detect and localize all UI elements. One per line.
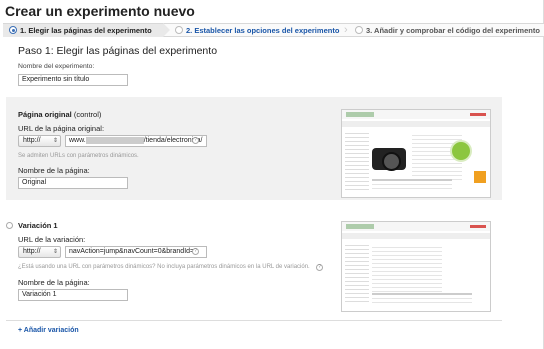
thumb-sidebar <box>345 130 369 190</box>
experiment-name-input[interactable]: Experimento sin título <box>18 74 128 86</box>
original-hint: Se admiten URLs con parámetros dinámicos… <box>18 153 139 159</box>
thumb-logo <box>346 224 374 229</box>
original-name-input[interactable]: Original <box>18 177 128 189</box>
section-title: Paso 1: Elegir las páginas del experimen… <box>18 45 218 57</box>
original-url-label: URL de la página original: <box>18 124 105 133</box>
thumb-nav <box>342 233 490 239</box>
variation-name-input[interactable]: Variación 1 <box>18 289 128 301</box>
thumb-brand <box>470 113 486 116</box>
page-title: Crear un experimento nuevo <box>5 3 195 19</box>
thumb-tabs <box>372 293 472 305</box>
select-arrows-icon: ⇕ <box>52 138 58 144</box>
thumb-sidebar <box>345 242 369 302</box>
protocol-select[interactable]: http:// ⇕ <box>18 135 61 147</box>
select-arrows-icon: ⇕ <box>52 249 58 255</box>
variation-hint: ¿Está usando una URL con parámetros diná… <box>18 264 310 270</box>
step-radio-icon <box>175 26 183 35</box>
experiment-name-label: Nombre del experimento: <box>18 63 95 70</box>
step-radio-icon <box>355 26 363 35</box>
thumb-text <box>372 244 442 294</box>
original-title: Página original (control) <box>18 110 101 119</box>
help-icon[interactable]: ? <box>316 264 323 271</box>
variation-radio[interactable] <box>6 222 13 229</box>
original-url-input[interactable]: www./tienda/electronica/ <box>65 135 207 147</box>
divider <box>6 320 502 321</box>
step-2-label: 2. Establecer las opciones del experimen… <box>186 26 340 35</box>
variation-page-thumbnail <box>341 221 491 312</box>
variation-url-label: URL de la variación: <box>18 235 86 244</box>
step-arrow-icon <box>163 23 170 37</box>
variation-name-label: Nombre de la página: <box>18 278 90 287</box>
original-url-row: http:// ⇕ www./tienda/electronica/ <box>18 135 208 147</box>
step-3-label: 3. Añadir y comprobar el código del expe… <box>366 26 540 35</box>
original-page-thumbnail <box>341 109 491 198</box>
protocol-value: http:// <box>23 248 41 255</box>
blurred-domain <box>85 136 144 144</box>
thumb-nav <box>342 121 490 127</box>
url-prefix: www. <box>69 137 86 144</box>
variation-url-row: http:// ⇕ navAction=jump&navCount=0&brand… <box>18 246 208 258</box>
thumb-logo <box>346 112 374 117</box>
help-icon[interactable]: ? <box>192 248 199 255</box>
step-1[interactable]: 1. Elegir las páginas del experimento <box>3 24 163 37</box>
chevron-right-icon: › <box>344 24 348 36</box>
original-title-suffix: (control) <box>73 110 102 119</box>
thumb-badge <box>450 140 472 162</box>
camera-image <box>372 148 406 171</box>
step-1-label: 1. Elegir las páginas del experimento <box>20 26 152 35</box>
original-name-label: Nombre de la página: <box>18 166 90 175</box>
step-radio-icon <box>9 26 17 35</box>
steps-bar: 1. Elegir las páginas del experimento 2.… <box>3 23 544 37</box>
thumb-promo <box>474 171 486 183</box>
add-variation-link[interactable]: + Añadir variación <box>18 327 79 334</box>
protocol-value: http:// <box>23 137 41 144</box>
protocol-select[interactable]: http:// ⇕ <box>18 246 61 258</box>
thumb-brand <box>470 225 486 228</box>
step-3[interactable]: 3. Añadir y comprobar el código del expe… <box>355 24 540 37</box>
original-title-text: Página original <box>18 110 72 119</box>
experiment-page: Crear un experimento nuevo 1. Elegir las… <box>0 0 544 349</box>
variation-title: Variación 1 <box>18 221 58 230</box>
thumb-tabs <box>372 179 452 191</box>
variation-url-input[interactable]: navAction=jump&navCount=0&brandId= <box>65 246 207 258</box>
help-icon[interactable]: ? <box>192 137 199 144</box>
step-2[interactable]: 2. Establecer las opciones del experimen… <box>175 24 339 37</box>
